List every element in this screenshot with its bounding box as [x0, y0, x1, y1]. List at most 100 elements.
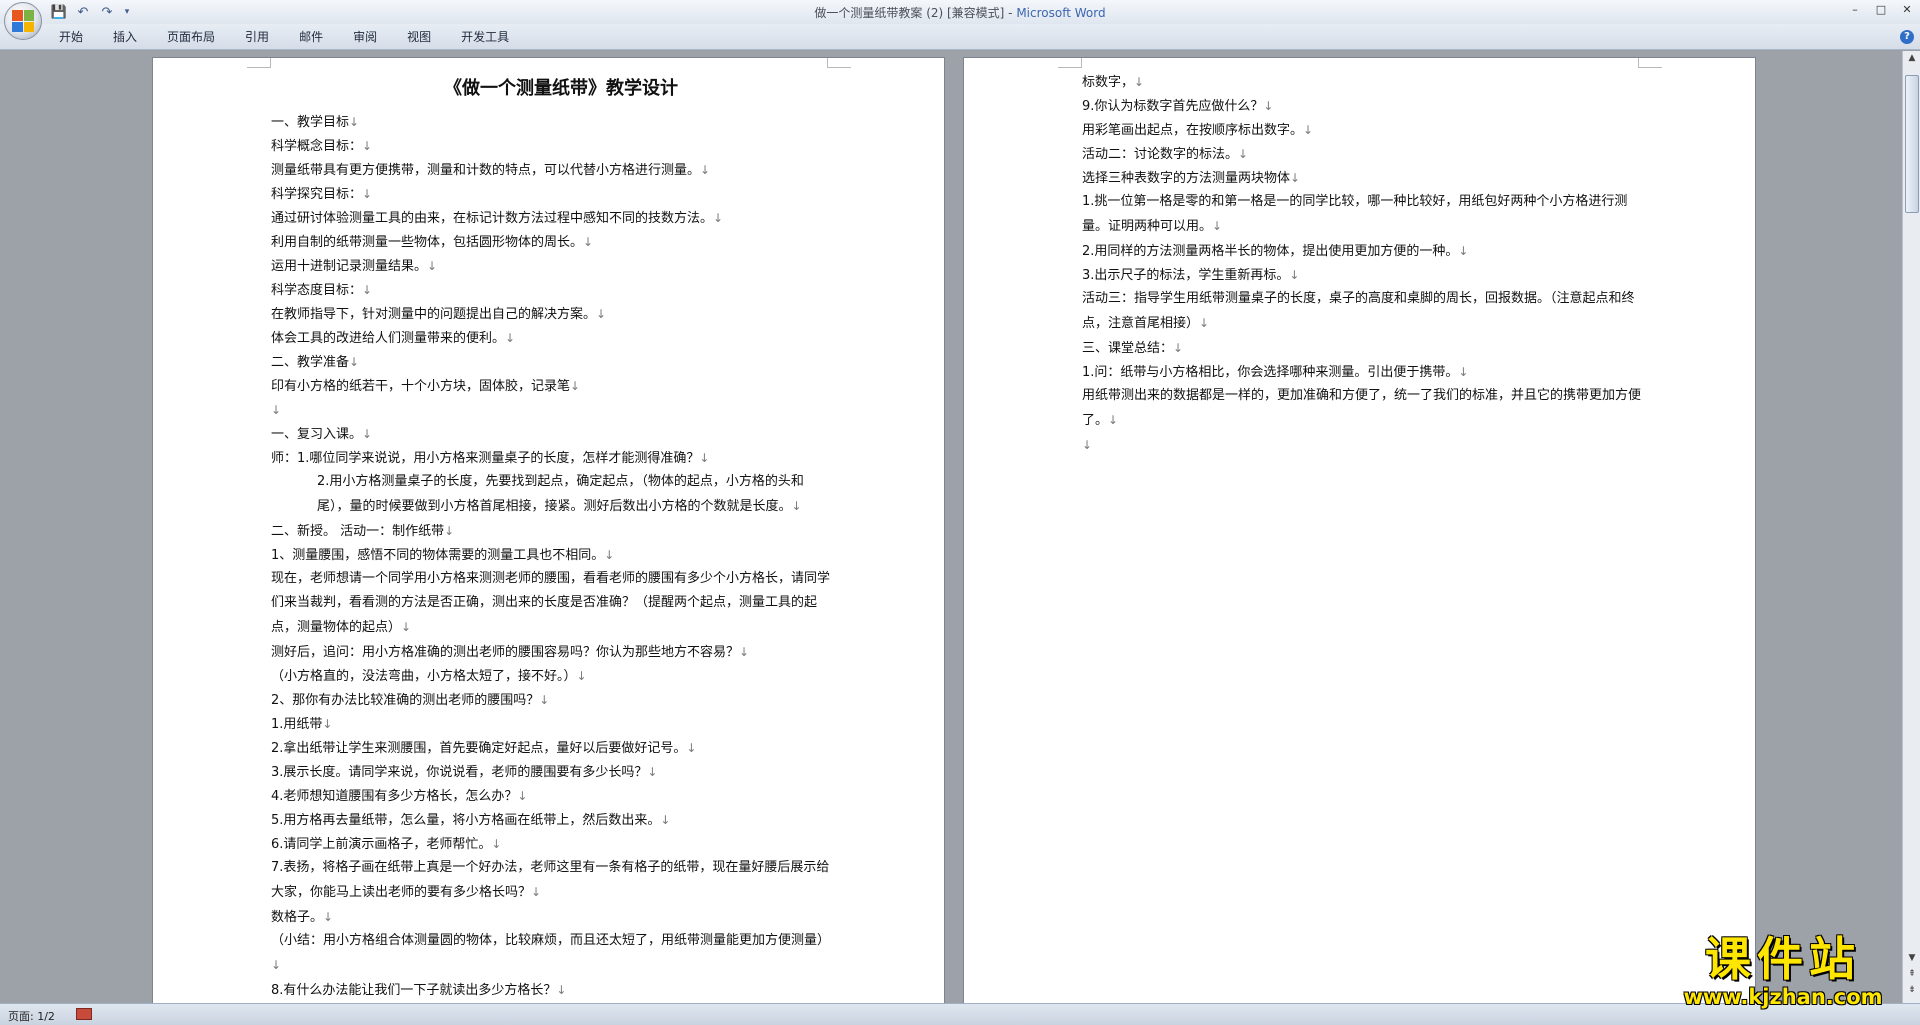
- window-title: 做一个测量纸带教案 (2) [兼容模式] - Microsoft Word: [0, 4, 1920, 21]
- paragraph-mark-icon: ↓: [517, 789, 528, 803]
- margin-corner: [1638, 58, 1662, 68]
- paragraph: 二、新授。 活动一：制作纸带↓: [271, 519, 831, 543]
- paragraph: 1.问：纸带与小方格相比，你会选择哪种来测量。引出便于携带。↓: [1082, 360, 1642, 384]
- paragraph-mark-icon: ↓: [576, 669, 587, 683]
- paragraph-text: 科学概念目标：: [271, 139, 363, 154]
- paragraph-mark-icon: ↓: [1199, 316, 1210, 330]
- paragraph-mark-icon: ↓: [349, 115, 360, 129]
- vertical-scrollbar[interactable]: ▲ ▼ ⇞ ⇟: [1902, 51, 1920, 1003]
- paragraph-text: 选择三种表数字的方法测量两块物体: [1082, 171, 1291, 186]
- paragraph-text: 通过研讨体验测量工具的由来，在标记计数方法过程中感知不同的技数方法。: [271, 211, 714, 226]
- paragraph-mark-icon: ↓: [1238, 147, 1249, 161]
- paragraph: 2.拿出纸带让学生来测腰围，首先要确定好起点，量好以后要做好记号。↓: [271, 736, 831, 760]
- tab-insert[interactable]: 插入: [102, 29, 148, 46]
- paragraph: 1.用纸带↓: [271, 712, 831, 736]
- paragraph: 通过研讨体验测量工具的由来，在标记计数方法过程中感知不同的技数方法。↓: [271, 206, 831, 230]
- minimize-button[interactable]: –: [1842, 0, 1868, 18]
- paragraph-text: 6.请同学上前演示画格子，老师帮忙。: [271, 837, 492, 852]
- scroll-up-icon[interactable]: ▲: [1905, 53, 1919, 67]
- paragraph: 7.表扬，将格子画在纸带上真是一个好办法，老师这里有一条有格子的纸带，现在量好腰…: [271, 856, 831, 905]
- tab-home[interactable]: 开始: [48, 29, 94, 46]
- paragraph-text: 5.用方格再去量纸带，怎么量，将小方格画在纸带上，然后数出来。: [271, 813, 661, 828]
- paragraph: 2.用同样的方法测量两格半长的物体，提出使用更加方便的一种。↓: [1082, 239, 1642, 263]
- paragraph-text: 师：1.哪位同学来说说，用小方格来测量桌子的长度，怎样才能测得准确？: [271, 451, 700, 466]
- paragraph: 科学概念目标：↓: [271, 134, 831, 158]
- paragraph-text: （小方格直的，没法弯曲，小方格太短了，接不好。）: [271, 669, 577, 684]
- tab-mailings[interactable]: 邮件: [288, 29, 334, 46]
- paragraph-mark-icon: ↓: [1458, 365, 1469, 379]
- paragraph-mark-icon: ↓: [323, 910, 334, 924]
- help-icon[interactable]: ?: [1900, 30, 1914, 44]
- margin-corner: [1058, 58, 1082, 68]
- paragraph: （小结：用小方格组合体测量圆的物体，比较麻烦，而且还太短了，用纸带测量能更加方便…: [271, 929, 831, 978]
- paragraph: 3.展示长度。请同学来说，你说说看，老师的腰围要有多少长吗？↓: [271, 760, 831, 784]
- paragraph-text: 2、那你有办法比较准确的测出老师的腰围吗？: [271, 693, 540, 708]
- margin-corner: [827, 58, 851, 68]
- paragraph-text: 9.你认为标数字首先应做什么？: [1082, 99, 1264, 114]
- paragraph-mark-icon: ↓: [583, 235, 594, 249]
- scroll-down-icon[interactable]: ▼: [1905, 953, 1919, 967]
- paragraph-text: 科学态度目标：: [271, 283, 363, 298]
- page-2[interactable]: 标数字，↓ 9.你认为标数字首先应做什么？↓ 用彩笔画出起点，在按顺序标出数字。↓ 活…: [963, 57, 1756, 1003]
- paragraph: 体会工具的改进给人们测量带来的便利。↓: [271, 326, 831, 350]
- paragraph: 现在，老师想请一个同学用小方格来测测老师的腰围，看看老师的腰围有多少个小方格长，…: [271, 567, 831, 640]
- paragraph: 2、那你有办法比较准确的测出老师的腰围吗？↓: [271, 688, 831, 712]
- paragraph-text: 3.出示尺子的标法，学生重新再标。: [1082, 268, 1290, 283]
- paragraph-text: 1.挑一位第一格是零的和第一格是一的同学比较，哪一种比较好，用纸包好两种个小方格…: [1082, 194, 1628, 234]
- paragraph-mark-icon: ↓: [271, 403, 282, 417]
- watermark-logo: 课件站 www.kjzhan.com: [1668, 933, 1898, 1009]
- page-2-text: 标数字，↓ 9.你认为标数字首先应做什么？↓ 用彩笔画出起点，在按顺序标出数字。↓ 活…: [1082, 70, 1642, 457]
- paragraph-text: 1.用纸带: [271, 717, 323, 732]
- paragraph: 数格子。↓: [271, 905, 831, 929]
- paragraph: 1、测量腰围，感悟不同的物体需要的测量工具也不相同。↓: [271, 543, 831, 567]
- status-bar: 页面: 1/2: [0, 1003, 1920, 1025]
- paragraph-text: 3.展示长度。请同学来说，你说说看，老师的腰围要有多少长吗？: [271, 765, 648, 780]
- tab-view[interactable]: 视图: [396, 29, 442, 46]
- tab-review[interactable]: 审阅: [342, 29, 388, 46]
- previous-page-icon[interactable]: ⇞: [1905, 969, 1919, 983]
- paragraph: 用彩笔画出起点，在按顺序标出数字。↓: [1082, 118, 1642, 142]
- tab-developer[interactable]: 开发工具: [450, 29, 520, 46]
- tab-page-layout[interactable]: 页面布局: [156, 29, 226, 46]
- proofing-icon[interactable]: [76, 1008, 92, 1020]
- paragraph-text: 在教师指导下，针对测量中的问题提出自己的解决方案。: [271, 307, 597, 322]
- paragraph: 科学探究目标：↓: [271, 182, 831, 206]
- paragraph-text: 体会工具的改进给人们测量带来的便利。: [271, 331, 506, 346]
- next-page-icon[interactable]: ⇟: [1905, 985, 1919, 999]
- scrollbar-thumb[interactable]: [1905, 75, 1919, 213]
- page-1[interactable]: 《做一个测量纸带》教学设计 一、教学目标↓ 科学概念目标：↓ 测量纸带具有更方便携带…: [152, 57, 945, 1003]
- close-button[interactable]: ✕: [1894, 0, 1920, 18]
- paragraph-mark-icon: ↓: [401, 620, 412, 634]
- paragraph-text: 测好后，追问：用小方格准确的测出老师的腰围容易吗？你认为那些地方不容易？: [271, 645, 740, 660]
- margin-corner: [247, 58, 271, 68]
- paragraph: 科学态度目标：↓: [271, 278, 831, 302]
- paragraph: 5.用方格再去量纸带，怎么量，将小方格画在纸带上，然后数出来。↓: [271, 808, 831, 832]
- paragraph-mark-icon: ↓: [791, 499, 802, 513]
- paragraph-text: 8.有什么办法能让我们一下子就读出多少方格长？: [271, 983, 557, 998]
- paragraph-text: 2.用小方格测量桌子的长度，先要找到起点，确定起点，（物体的起点，小方格的头和尾…: [317, 474, 804, 514]
- paragraph-mark-icon: ↓: [1263, 99, 1274, 113]
- window-controls: – □ ✕: [1842, 0, 1920, 20]
- watermark-url: www.kjzhan.com: [1683, 985, 1883, 1009]
- paragraph: 二、教学准备↓: [271, 350, 831, 374]
- paragraph-mark-icon: ↓: [660, 813, 671, 827]
- app-name: Microsoft Word: [1016, 6, 1106, 20]
- document-name: 做一个测量纸带教案 (2) [兼容模式] -: [814, 6, 1017, 20]
- page-number-status[interactable]: 页面: 1/2: [8, 1008, 55, 1024]
- paragraph: 2.用小方格测量桌子的长度，先要找到起点，确定起点，（物体的起点，小方格的头和尾…: [271, 470, 831, 519]
- maximize-button[interactable]: □: [1868, 0, 1894, 18]
- paragraph-mark-icon: ↓: [1303, 123, 1314, 137]
- paragraph-text: 三、课堂总结：: [1082, 341, 1174, 356]
- paragraph-text: 一、教学目标: [271, 115, 350, 130]
- paragraph: 在教师指导下，针对测量中的问题提出自己的解决方案。↓: [271, 302, 831, 326]
- paragraph: 一、教学目标↓: [271, 110, 831, 134]
- paragraph-mark-icon: ↓: [604, 548, 615, 562]
- paragraph-text: （小结：用小方格组合体测量圆的物体，比较麻烦，而且还太短了，用纸带测量能更加方便…: [271, 933, 831, 948]
- paragraph-mark-icon: ↓: [1173, 341, 1184, 355]
- paragraph-text: 1、测量腰围，感悟不同的物体需要的测量工具也不相同。: [271, 548, 605, 563]
- paragraph-mark-icon: ↓: [647, 765, 658, 779]
- office-button[interactable]: [4, 2, 42, 40]
- paragraph: 活动三：指导学生用纸带测量桌子的长度，桌子的高度和桌脚的周长，回报数据。（注意起…: [1082, 287, 1642, 336]
- paragraph-mark-icon: ↓: [362, 427, 373, 441]
- tab-references[interactable]: 引用: [234, 29, 280, 46]
